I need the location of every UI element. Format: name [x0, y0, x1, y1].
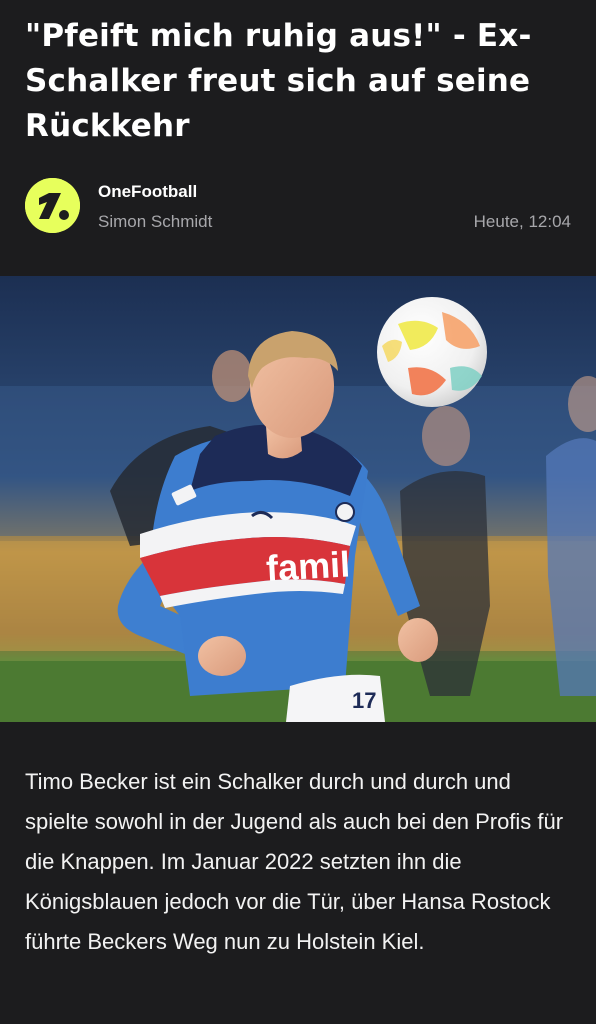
source-row[interactable]: OneFootball Simon Schmidt Heute, 12:04 [0, 176, 596, 236]
author-name: Simon Schmidt [98, 212, 213, 231]
jersey-number-text: 17 [352, 688, 376, 713]
article-header: "Pfeift mich ruhig aus!" - Ex-Schalker f… [0, 0, 596, 276]
football-icon [377, 297, 487, 407]
article-body-text: Timo Becker ist ein Schalker durch und d… [25, 769, 564, 954]
hero-image: famil 17 [0, 276, 596, 722]
publish-timestamp: Heute, 12:04 [473, 212, 571, 231]
onefootball-logo-icon[interactable] [25, 178, 80, 233]
source-name[interactable]: OneFootball [98, 182, 197, 202]
jersey-sponsor-text: famil [265, 543, 351, 588]
article-body: Timo Becker ist ein Schalker durch und d… [0, 722, 596, 1024]
article-headline[interactable]: "Pfeift mich ruhig aus!" - Ex-Schalker f… [25, 14, 573, 149]
